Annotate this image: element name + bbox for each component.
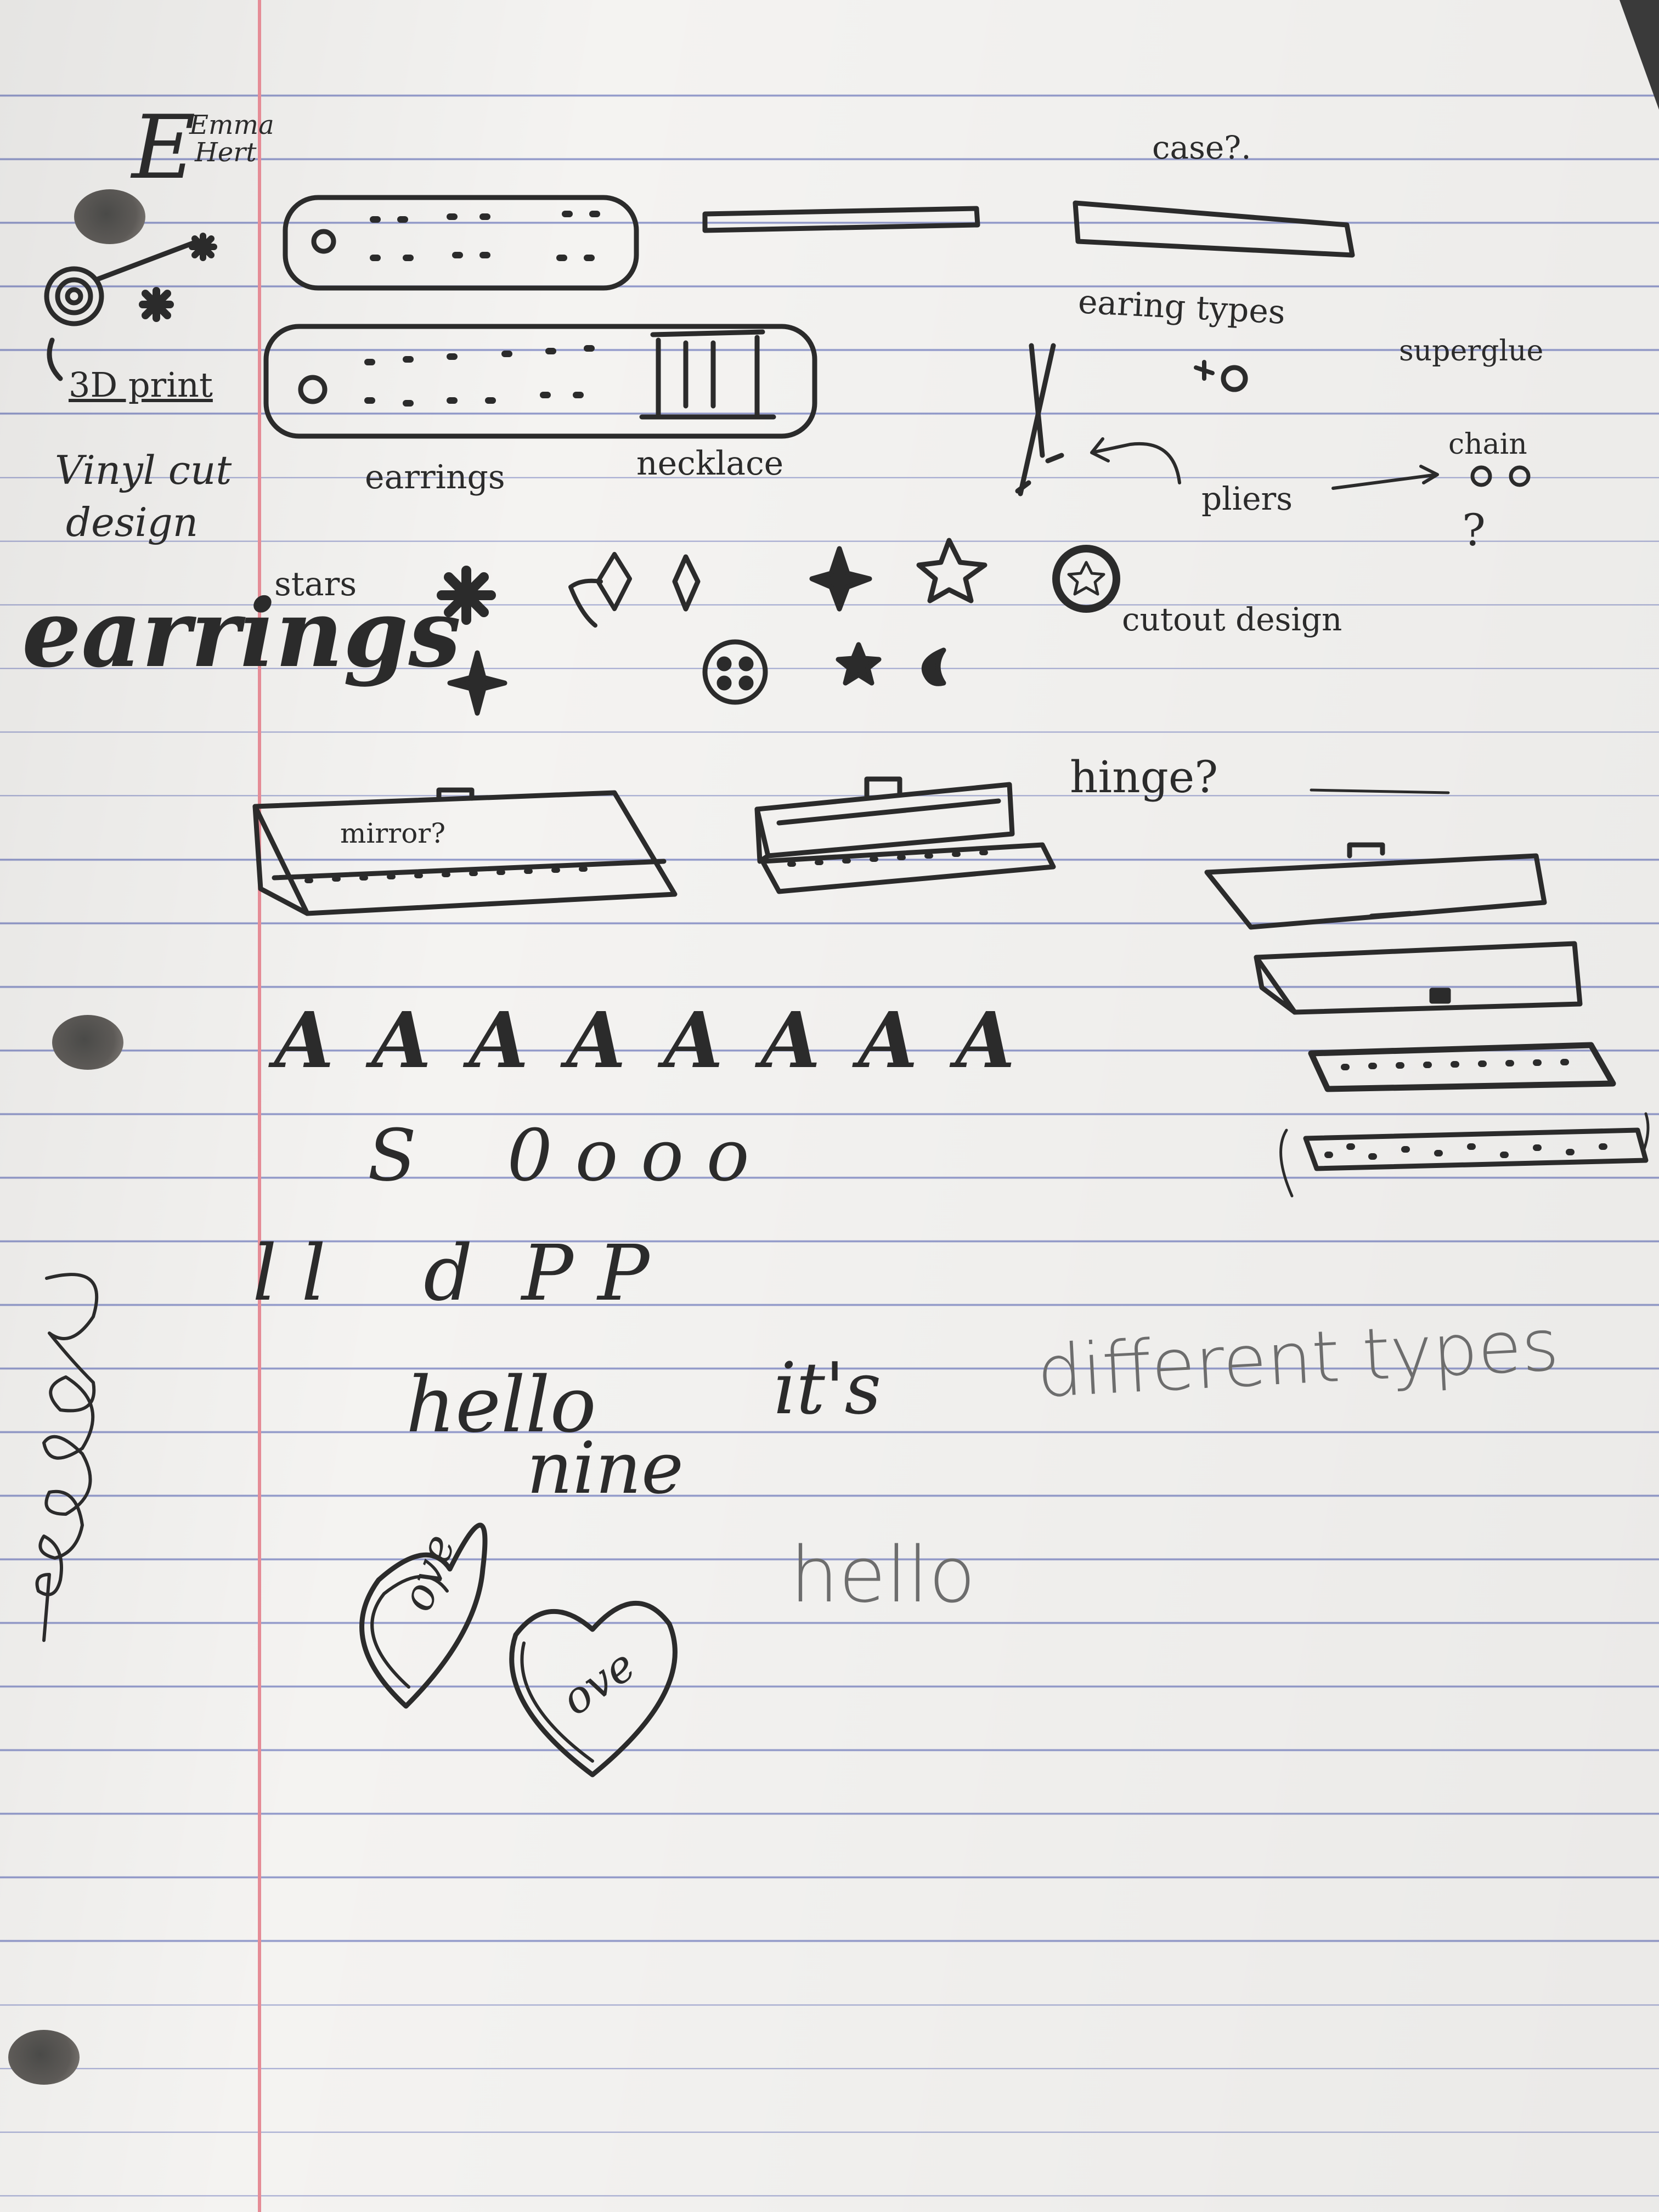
small-star-icon <box>836 642 882 686</box>
author-initial: E <box>132 96 196 199</box>
jewelry-box-sketch <box>754 776 1056 894</box>
earring-holder-sketch <box>283 195 639 291</box>
3d-print-label: 3D print <box>69 365 213 405</box>
chain-label: chain <box>1448 428 1527 461</box>
letter-a-variations: A A A A A A A A <box>274 996 1021 1086</box>
author-first-name: Emma <box>189 110 274 140</box>
diamond-earring-icon <box>672 554 701 612</box>
notebook-paper: E Emma Hert case?. earing types superglu… <box>0 0 1659 2212</box>
moon-icon <box>921 647 946 686</box>
four-point-star-icon <box>809 546 872 612</box>
earrings-holder-label: earrings <box>365 458 505 496</box>
arrow-to-pliers <box>1090 437 1181 484</box>
superglue-label: superglue <box>1399 335 1544 368</box>
print-hello: hello <box>790 1531 976 1620</box>
letter-l-d-p-variations: l l d P P <box>252 1229 650 1318</box>
flower-cutout-icon <box>702 639 768 705</box>
hinge-label: hinge? <box>1070 752 1218 803</box>
cursive-nine: nine <box>527 1426 684 1510</box>
cursive-its: it's <box>774 1347 882 1430</box>
case-side-sketch <box>702 206 980 233</box>
author-name: E <box>132 96 196 199</box>
necklace-stand-sketch <box>639 329 776 420</box>
mirror-label: mirror? <box>340 817 446 849</box>
vinyl-cut-label: Vinyl cut <box>55 447 232 493</box>
sketch-drawings <box>35 195 1650 1778</box>
small-flower-icon <box>139 287 174 322</box>
outline-star-icon <box>916 538 988 603</box>
letter-s-o-variations: S 0 o o o <box>368 1114 749 1197</box>
earring-type-icon <box>1194 360 1248 392</box>
hinge-line <box>1310 788 1450 794</box>
pliers-label: pliers <box>1201 480 1293 517</box>
design-label: design <box>66 499 199 545</box>
cutout-design-label: cutout design <box>1122 601 1342 638</box>
rose-doodle-icon <box>44 239 200 381</box>
chain-links-icon <box>1470 465 1531 487</box>
arrow-to-chain <box>1331 465 1439 490</box>
case-exploded-sketch <box>1204 842 1650 1198</box>
case-question: case?. <box>1152 129 1251 166</box>
jewelry-box-sketch <box>252 787 678 916</box>
star-earring-icon <box>568 552 632 628</box>
necklace-holder-sketch <box>263 324 817 439</box>
pliers-sketch <box>1015 343 1064 496</box>
cutout-circle-icon <box>1052 545 1120 613</box>
case-side-sketch <box>1073 200 1355 258</box>
question-mark: ? <box>1462 505 1486 556</box>
earrings-heading: earrings <box>22 579 461 689</box>
spiral-doodle <box>35 1273 99 1642</box>
small-flower-icon <box>189 233 217 261</box>
necklace-label: necklace <box>636 444 784 483</box>
author-last-name: Hert <box>195 137 257 168</box>
